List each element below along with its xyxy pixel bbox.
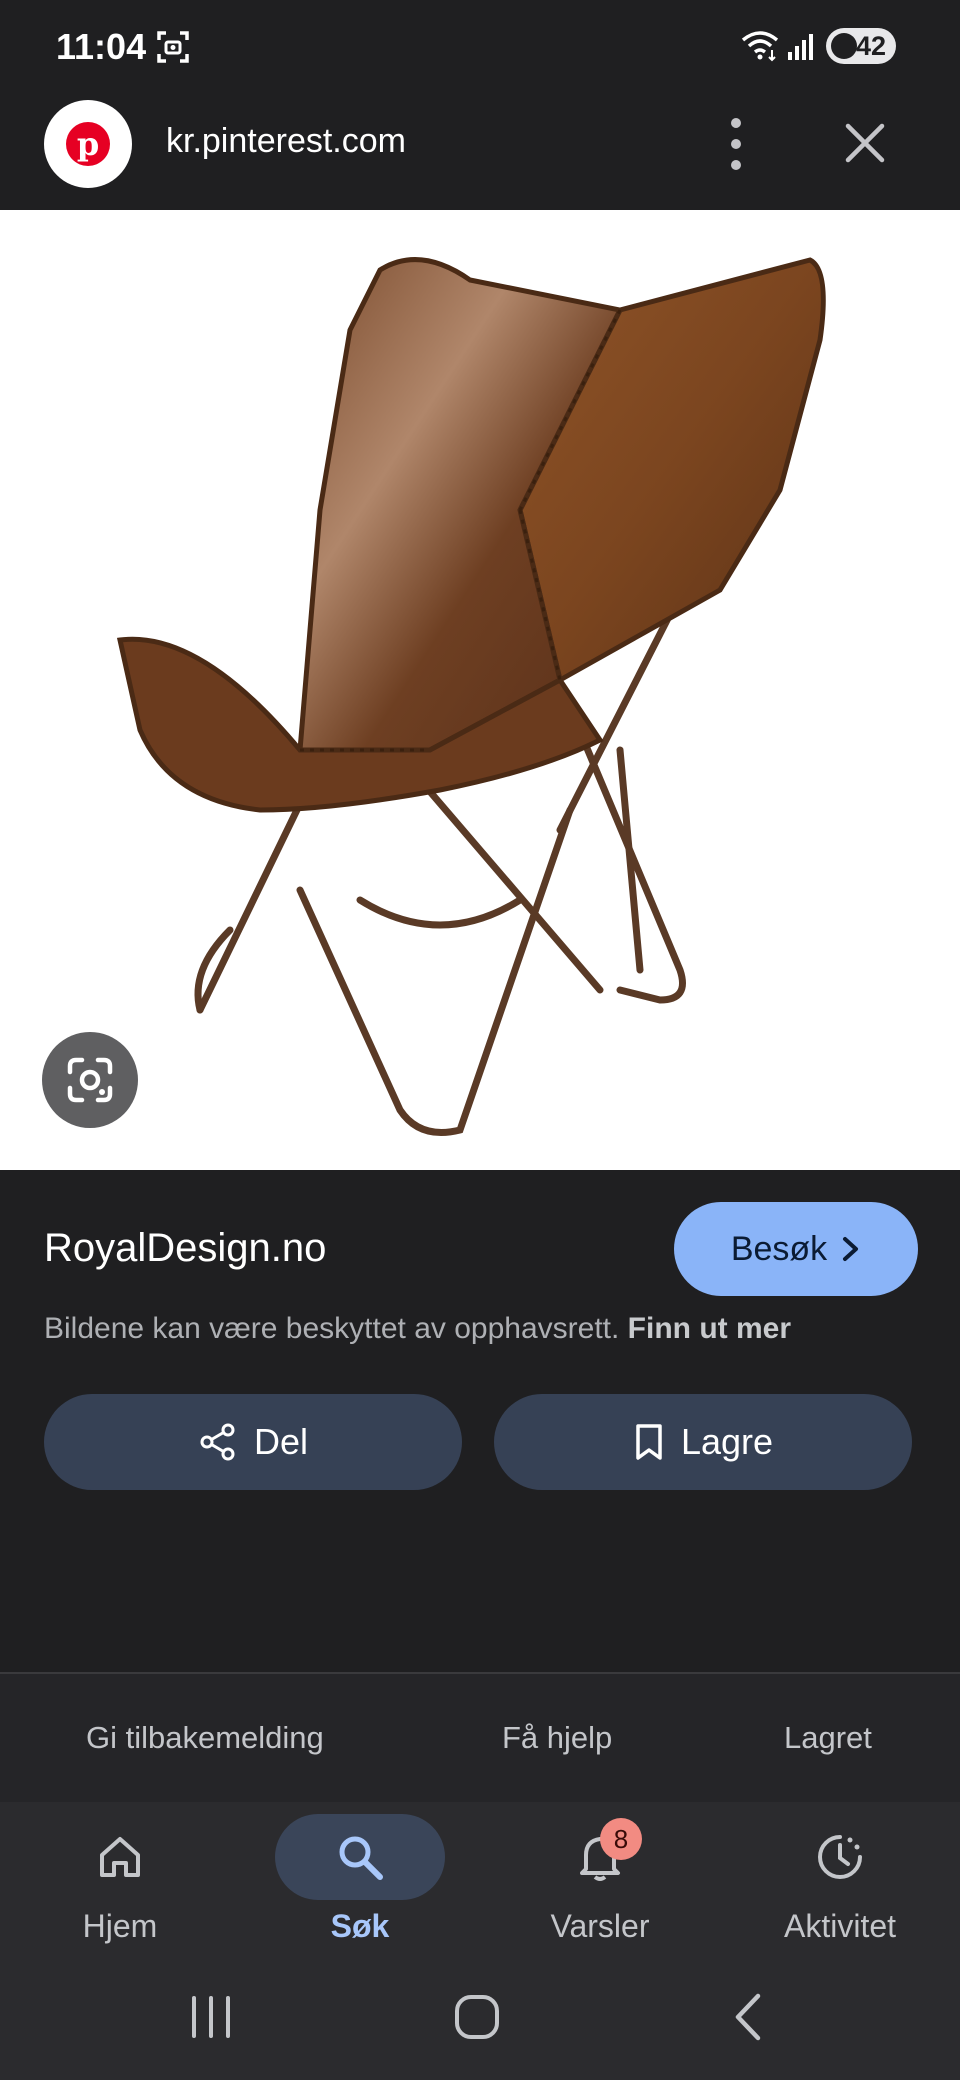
nav-notifications[interactable]: Varsler <box>490 1802 710 1976</box>
nav-home[interactable]: Hjem <box>10 1802 230 1976</box>
nav-search-label: Søk <box>330 1908 390 1944</box>
google-lens-button[interactable] <box>42 1032 138 1128</box>
status-bar: 11:04 42 <box>0 0 960 96</box>
nav-search[interactable]: Søk <box>250 1802 470 1976</box>
back-icon[interactable] <box>724 1992 774 2047</box>
visit-label: Besøk <box>730 1229 828 1268</box>
bottom-navigation: Hjem Søk Varsler 8 Aktivitet <box>0 1802 960 1976</box>
source-name: RoyalDesign.no <box>44 1226 327 1270</box>
home-button-icon[interactable] <box>452 1992 502 2047</box>
battery-saver-icon <box>831 33 857 59</box>
search-icon <box>339 1836 383 1880</box>
save-button[interactable]: Lagre <box>494 1394 912 1490</box>
screenshot-icon <box>156 30 190 69</box>
share-button[interactable]: Del <box>44 1394 462 1490</box>
nav-home-label: Hjem <box>82 1908 158 1944</box>
save-label: Lagre <box>680 1421 774 1462</box>
share-icon <box>200 1423 235 1461</box>
google-lens-icon <box>67 1057 113 1103</box>
chevron-right-icon <box>843 1237 859 1261</box>
butterfly-chair-image <box>116 257 826 1136</box>
more-options-icon[interactable] <box>718 114 754 174</box>
status-time: 11:04 <box>56 26 147 67</box>
site-badge[interactable]: p <box>44 100 132 188</box>
recents-icon[interactable] <box>186 1992 236 2047</box>
saved-link[interactable]: Lagret <box>784 1720 872 1756</box>
activity-icon <box>818 1835 862 1879</box>
share-label: Del <box>253 1421 309 1462</box>
close-icon[interactable] <box>840 118 890 173</box>
copyright-notice: Bildene kan være beskyttet av opphavsret… <box>44 1312 791 1346</box>
footer-links: Gi tilbakemelding Få hjelp Lagret <box>0 1674 960 1802</box>
battery-level: 42 <box>855 30 886 61</box>
url-text[interactable]: kr.pinterest.com <box>166 122 406 161</box>
image-preview[interactable] <box>0 210 960 1170</box>
nav-activity-label: Aktivitet <box>783 1908 897 1944</box>
nav-notifications-label: Varsler <box>550 1908 650 1944</box>
learn-more-link[interactable]: Finn ut mer <box>628 1312 791 1345</box>
wifi-icon <box>740 30 780 67</box>
copyright-text: Bildene kan være beskyttet av opphavsret… <box>44 1312 620 1345</box>
notification-badge: 8 <box>600 1818 642 1860</box>
help-link[interactable]: Få hjelp <box>502 1720 612 1756</box>
pinterest-logo-icon: p <box>66 122 110 166</box>
nav-activity[interactable]: Aktivitet <box>730 1802 950 1976</box>
signal-icon <box>786 32 816 67</box>
home-icon <box>100 1837 140 1877</box>
battery-indicator: 42 <box>826 28 896 64</box>
visit-button[interactable]: Besøk <box>674 1202 918 1296</box>
feedback-link[interactable]: Gi tilbakemelding <box>86 1720 324 1756</box>
bookmark-icon <box>636 1424 662 1460</box>
custom-tab-toolbar: p kr.pinterest.com <box>0 96 960 210</box>
system-navigation-bar <box>0 1976 960 2080</box>
